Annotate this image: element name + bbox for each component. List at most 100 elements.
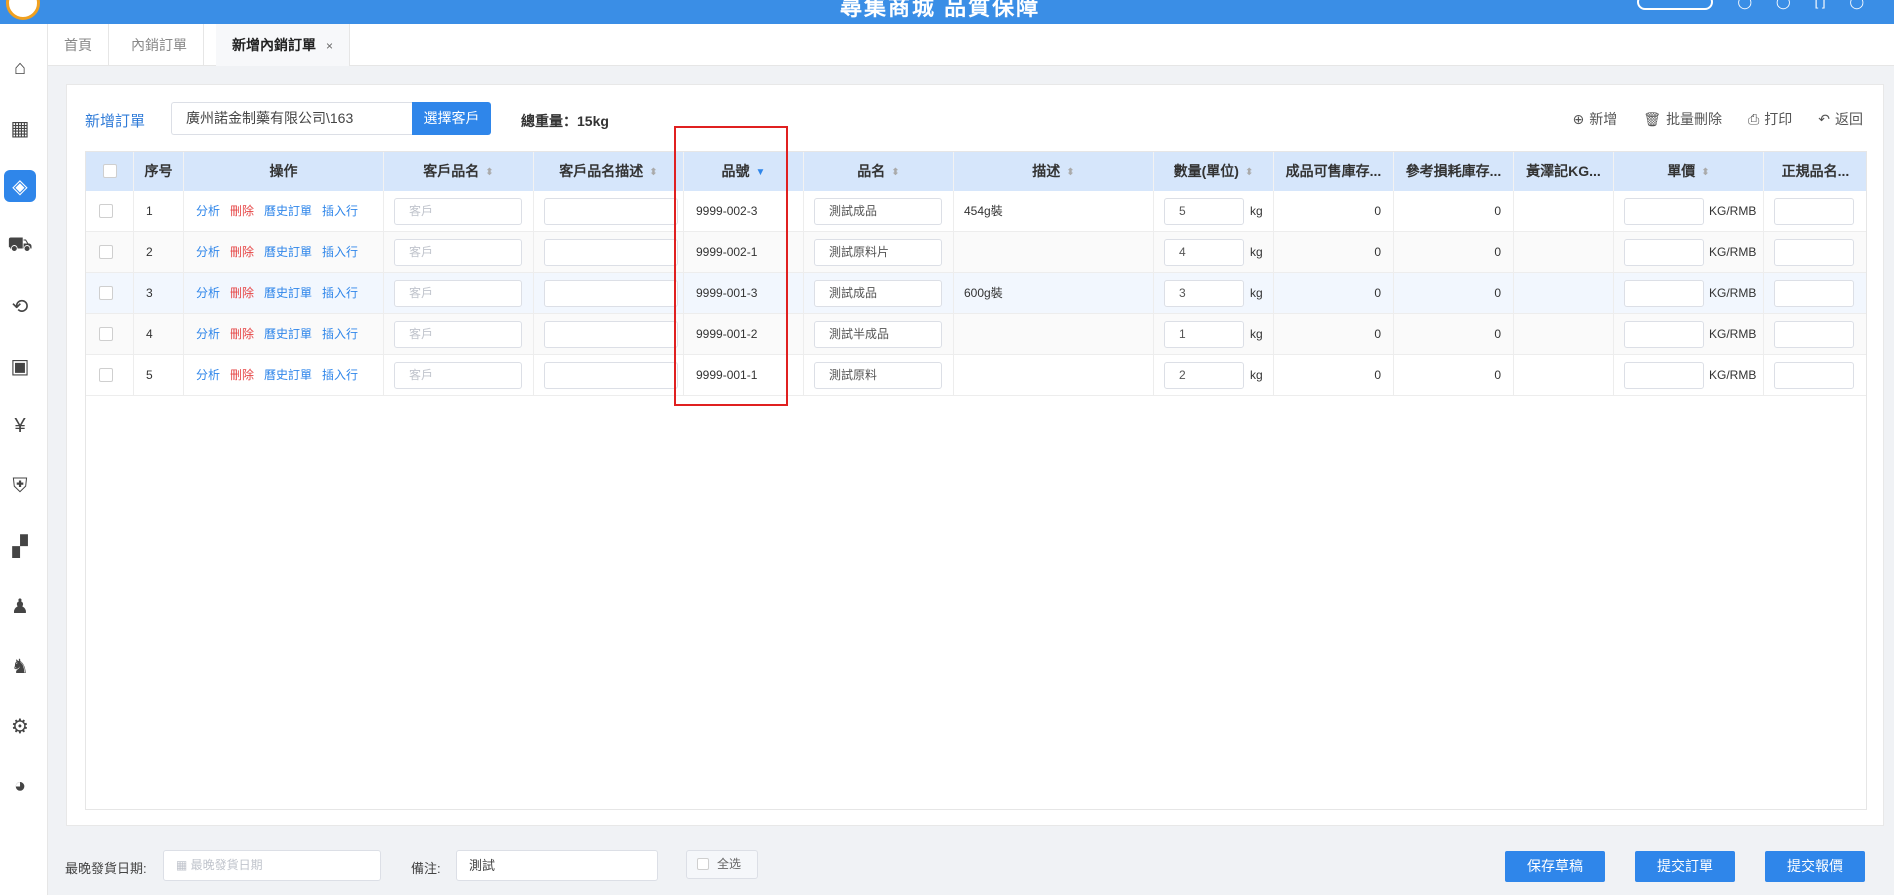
sort-icon[interactable]: ⬍ <box>891 153 899 191</box>
row-checkbox[interactable] <box>99 245 113 259</box>
batch-delete-button[interactable]: 🗑 批量刪除 <box>1643 109 1722 129</box>
column-header-item-no[interactable]: 品號 ▼ <box>684 152 804 191</box>
tag-icon[interactable]: ◈ <box>4 170 36 202</box>
insert-row-link[interactable]: 插入行 <box>322 327 358 341</box>
select-customer-button[interactable]: 選擇客戶 <box>412 102 491 135</box>
close-icon[interactable]: × <box>326 39 333 53</box>
row-checkbox[interactable] <box>99 368 113 382</box>
select-all-checkbox[interactable] <box>103 164 117 178</box>
delete-link[interactable]: 刪除 <box>230 245 254 259</box>
analyze-link[interactable]: 分析 <box>196 368 220 382</box>
item-name-input[interactable]: 測試成品 <box>814 198 942 225</box>
customer-item-name-input[interactable]: 客戶 <box>394 321 522 348</box>
add-button[interactable]: ⊕ 新增 <box>1573 109 1618 129</box>
history-orders-link[interactable]: 曆史訂單 <box>264 327 312 341</box>
item-name-input[interactable]: 測試原料 <box>814 362 942 389</box>
unit-price-input[interactable] <box>1624 362 1704 389</box>
history-orders-link[interactable]: 曆史訂單 <box>264 286 312 300</box>
tab-domestic-orders[interactable]: 內銷訂單 <box>115 24 204 66</box>
bell-icon[interactable]: ◯ <box>1776 0 1791 10</box>
insert-row-link[interactable]: 插入行 <box>322 245 358 259</box>
unit-price-input[interactable] <box>1624 280 1704 307</box>
quantity-input[interactable]: 2 <box>1164 362 1244 389</box>
moneybag-icon[interactable]: ¥ <box>4 410 36 442</box>
sort-desc-icon[interactable]: ▼ <box>756 153 766 191</box>
sort-icon[interactable]: ⬍ <box>1701 153 1709 191</box>
quantity-input[interactable]: 4 <box>1164 239 1244 266</box>
fullscreen-icon[interactable]: [ ] <box>1815 0 1826 10</box>
customer-item-desc-input[interactable] <box>544 321 678 348</box>
insert-row-link[interactable]: 插入行 <box>322 286 358 300</box>
unit-price-input[interactable] <box>1624 198 1704 225</box>
insert-row-link[interactable]: 插入行 <box>322 204 358 218</box>
row-checkbox[interactable] <box>99 204 113 218</box>
customer-item-desc-input[interactable] <box>544 198 678 225</box>
remark-input[interactable]: 測試 <box>456 850 658 881</box>
customer-item-name-input[interactable]: 客戶 <box>394 362 522 389</box>
delete-link[interactable]: 刪除 <box>230 204 254 218</box>
delete-link[interactable]: 刪除 <box>230 327 254 341</box>
column-header-unit-price[interactable]: 單價 ⬍ <box>1614 152 1764 191</box>
customer-item-desc-input[interactable] <box>544 362 678 389</box>
history-orders-link[interactable]: 曆史訂單 <box>264 368 312 382</box>
official-name-input[interactable] <box>1774 239 1854 266</box>
row-checkbox[interactable] <box>99 327 113 341</box>
sort-icon[interactable]: ⬍ <box>485 153 493 191</box>
analyze-link[interactable]: 分析 <box>196 245 220 259</box>
item-name-input[interactable]: 測試原料片 <box>814 239 942 266</box>
person-icon[interactable]: ♟ <box>4 590 36 622</box>
user-icon[interactable]: ◯ <box>1849 0 1864 10</box>
column-header-customer-item-desc[interactable]: 客戶品名描述 ⬍ <box>534 152 684 191</box>
print-button[interactable]: ⎙ 打印 <box>1748 109 1792 129</box>
help-icon[interactable]: ◯ <box>1737 0 1752 10</box>
tab-new-domestic-order[interactable]: 新增內銷訂單 × <box>216 24 351 66</box>
box-icon[interactable]: ▣ <box>4 350 36 382</box>
quantity-input[interactable]: 5 <box>1164 198 1244 225</box>
customer-item-name-input[interactable]: 客戶 <box>394 280 522 307</box>
team-icon[interactable]: ♞ <box>4 650 36 682</box>
column-header-quantity[interactable]: 數量(單位) ⬍ <box>1154 152 1274 191</box>
sort-icon[interactable]: ⬍ <box>1066 153 1074 191</box>
latest-date-input[interactable]: ▦ 最晚發貨日期 <box>163 850 381 881</box>
unit-price-input[interactable] <box>1624 321 1704 348</box>
gear-icon[interactable]: ⚙ <box>4 710 36 742</box>
analyze-link[interactable]: 分析 <box>196 204 220 218</box>
row-checkbox[interactable] <box>99 286 113 300</box>
quantity-input[interactable]: 3 <box>1164 280 1244 307</box>
history-orders-link[interactable]: 曆史訂單 <box>264 204 312 218</box>
pie-chart-icon[interactable]: ◕ <box>4 770 36 802</box>
official-name-input[interactable] <box>1774 280 1854 307</box>
item-name-input[interactable]: 測試半成品 <box>814 321 942 348</box>
apps-icon[interactable]: ▞ <box>4 530 36 562</box>
handshake-icon[interactable]: ⟲ <box>4 290 36 322</box>
customer-item-name-input[interactable]: 客戶 <box>394 198 522 225</box>
submit-quote-button[interactable]: 提交報價 <box>1765 851 1865 882</box>
insert-row-link[interactable]: 插入行 <box>322 368 358 382</box>
column-header-customer-item-name[interactable]: 客戶品名 ⬍ <box>384 152 534 191</box>
delete-link[interactable]: 刪除 <box>230 286 254 300</box>
history-orders-link[interactable]: 曆史訂單 <box>264 245 312 259</box>
customer-item-desc-input[interactable] <box>544 239 678 266</box>
sort-icon[interactable]: ⬍ <box>1245 153 1253 191</box>
mode-toggle[interactable] <box>1637 0 1714 10</box>
official-name-input[interactable] <box>1774 362 1854 389</box>
customer-input[interactable]: 廣州諾金制藥有限公司\163 <box>171 102 412 135</box>
quantity-input[interactable]: 1 <box>1164 321 1244 348</box>
official-name-input[interactable] <box>1774 198 1854 225</box>
building-icon[interactable]: ▦ <box>4 112 36 144</box>
sort-icon[interactable]: ⬍ <box>649 153 657 191</box>
save-draft-button[interactable]: 保存草稿 <box>1505 851 1605 882</box>
item-name-input[interactable]: 測試成品 <box>814 280 942 307</box>
select-all-toggle[interactable]: 全选 <box>686 850 758 879</box>
official-name-input[interactable] <box>1774 321 1854 348</box>
back-button[interactable]: ↶ 返回 <box>1818 109 1863 129</box>
cart-icon[interactable]: ⛟ <box>4 230 36 262</box>
analyze-link[interactable]: 分析 <box>196 286 220 300</box>
customer-item-desc-input[interactable] <box>544 280 678 307</box>
tab-home[interactable]: 首頁 <box>48 24 109 66</box>
customer-item-name-input[interactable]: 客戶 <box>394 239 522 266</box>
submit-order-button[interactable]: 提交訂單 <box>1635 851 1735 882</box>
column-header-description[interactable]: 描述 ⬍ <box>954 152 1154 191</box>
column-header-item-name[interactable]: 品名 ⬍ <box>804 152 954 191</box>
analyze-link[interactable]: 分析 <box>196 327 220 341</box>
